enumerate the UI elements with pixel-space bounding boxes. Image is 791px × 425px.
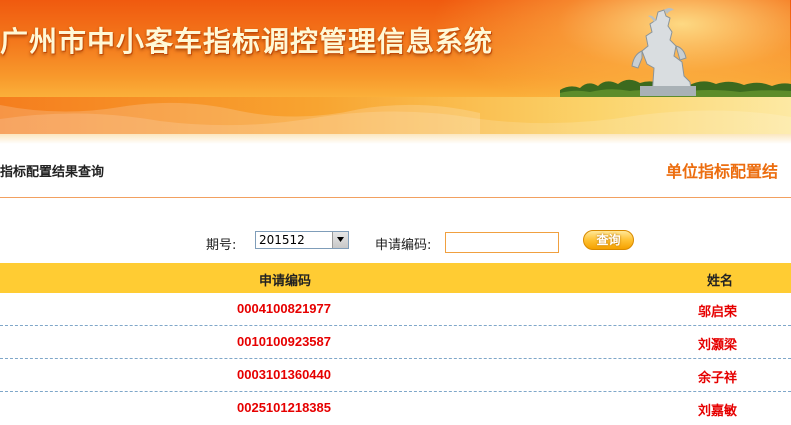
row-code: 0004100821977: [237, 301, 331, 316]
row-name: 邬启荣: [698, 305, 738, 320]
select-arrow-button[interactable]: [332, 232, 348, 248]
unit-quota-link[interactable]: 单位指标配置结: [666, 158, 778, 182]
period-label: 期号:: [206, 238, 237, 253]
application-code-input[interactable]: [445, 232, 559, 253]
table-header: 申请编码 姓名: [0, 263, 791, 293]
row-code: 0025101218385: [237, 400, 331, 415]
row-code: 0003101360440: [237, 367, 331, 382]
row-code: 0010100923587: [237, 334, 331, 349]
column-header-code: 申请编码: [259, 274, 312, 289]
band-pattern: [0, 102, 791, 134]
system-title: 广州市中小客车指标调控管理信息系统: [0, 25, 494, 58]
search-button[interactable]: 查询: [583, 230, 634, 250]
table-row: 0004100821977 邬启荣: [0, 293, 791, 326]
table-row: 0003101360440 余子祥: [0, 359, 791, 392]
five-rams-statue-icon: [631, 8, 696, 96]
row-name: 余子祥: [698, 371, 738, 386]
row-name: 刘嘉敏: [698, 404, 738, 419]
table-row: 0025101218385 刘嘉敏: [0, 392, 791, 425]
column-header-name: 姓名: [707, 274, 734, 289]
table-row: 0010100923587 刘灏梁: [0, 326, 791, 359]
decorative-band: [0, 97, 791, 134]
period-select-value: 201512: [259, 233, 305, 247]
row-name: 刘灏梁: [698, 338, 738, 353]
application-code-label: 申请编码:: [375, 238, 432, 253]
header-banner: 广州市中小客车指标调控管理信息系统: [0, 0, 791, 97]
title-divider: [0, 197, 791, 198]
page-title: 指标配置结果查询: [0, 165, 105, 180]
band-fade: [0, 134, 791, 144]
chevron-down-icon: [337, 237, 344, 242]
period-select[interactable]: 201512: [255, 231, 349, 249]
